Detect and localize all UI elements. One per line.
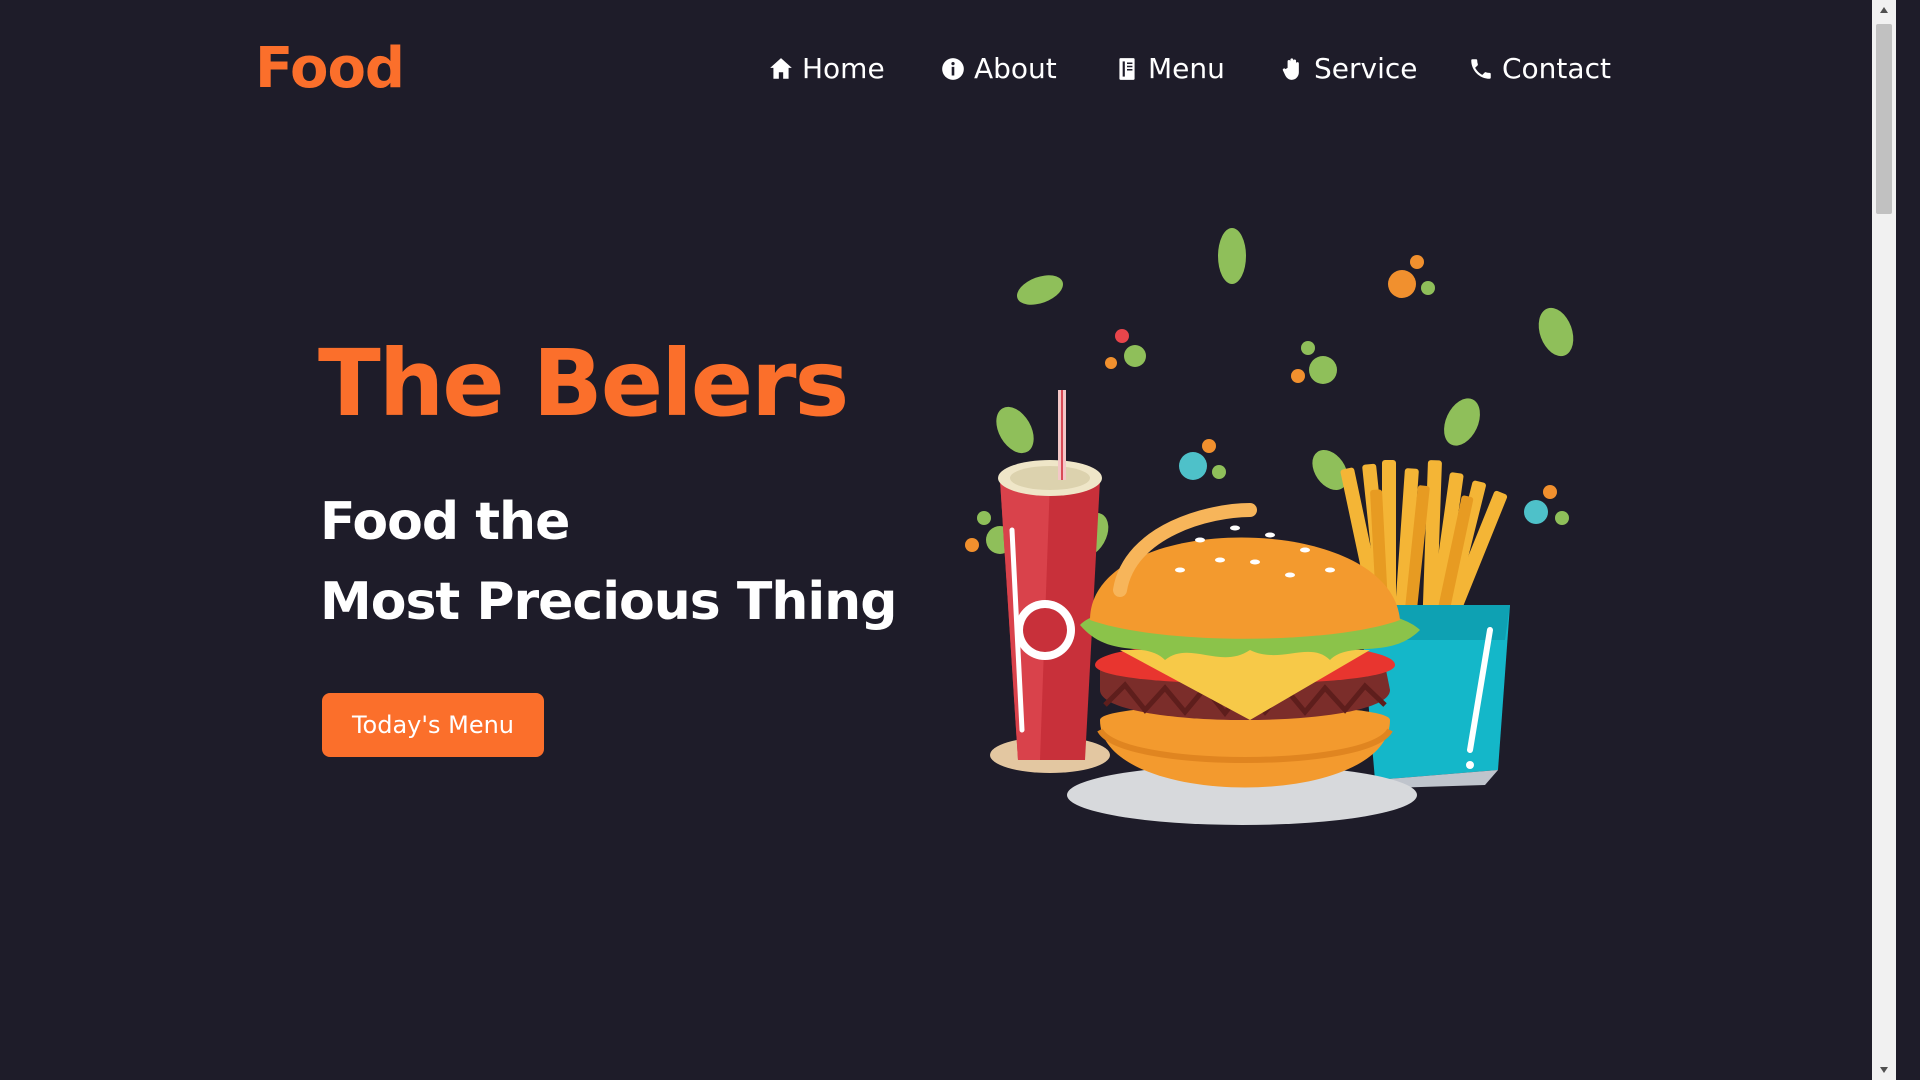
home-icon	[768, 56, 794, 82]
menu-book-icon	[1114, 56, 1140, 82]
scroll-down-arrow-icon[interactable]	[1872, 1060, 1896, 1080]
hand-icon	[1280, 56, 1306, 82]
hero-subtitle-line-2: Most Precious Thing	[320, 572, 897, 632]
phone-icon	[1468, 56, 1494, 82]
nav-item-label: Menu	[1148, 52, 1225, 85]
nav-item-home[interactable]: Home	[768, 52, 885, 85]
drink-cup	[990, 390, 1110, 773]
hero-title: The Belers	[318, 330, 849, 437]
scrollbar-thumb[interactable]	[1876, 24, 1892, 214]
main-nav: Home About Menu Service Contact	[0, 52, 1896, 92]
todays-menu-button[interactable]: Today's Menu	[322, 693, 544, 757]
vertical-scrollbar[interactable]	[1872, 0, 1896, 1080]
nav-item-service[interactable]: Service	[1280, 52, 1417, 85]
nav-item-contact[interactable]: Contact	[1468, 52, 1611, 85]
page: Food Home About Menu Service Contact The…	[0, 0, 1896, 1080]
nav-item-label: About	[974, 52, 1057, 85]
info-icon	[940, 56, 966, 82]
nav-item-label: Home	[802, 52, 885, 85]
nav-item-about[interactable]: About	[940, 52, 1057, 85]
nav-item-label: Service	[1314, 52, 1418, 85]
nav-item-menu[interactable]: Menu	[1114, 52, 1225, 85]
hero-subtitle-line-1: Food the	[320, 492, 570, 552]
scroll-up-arrow-icon[interactable]	[1872, 0, 1896, 20]
burger-fries-drink-illustration	[965, 228, 1574, 825]
nav-item-label: Contact	[1502, 52, 1611, 85]
